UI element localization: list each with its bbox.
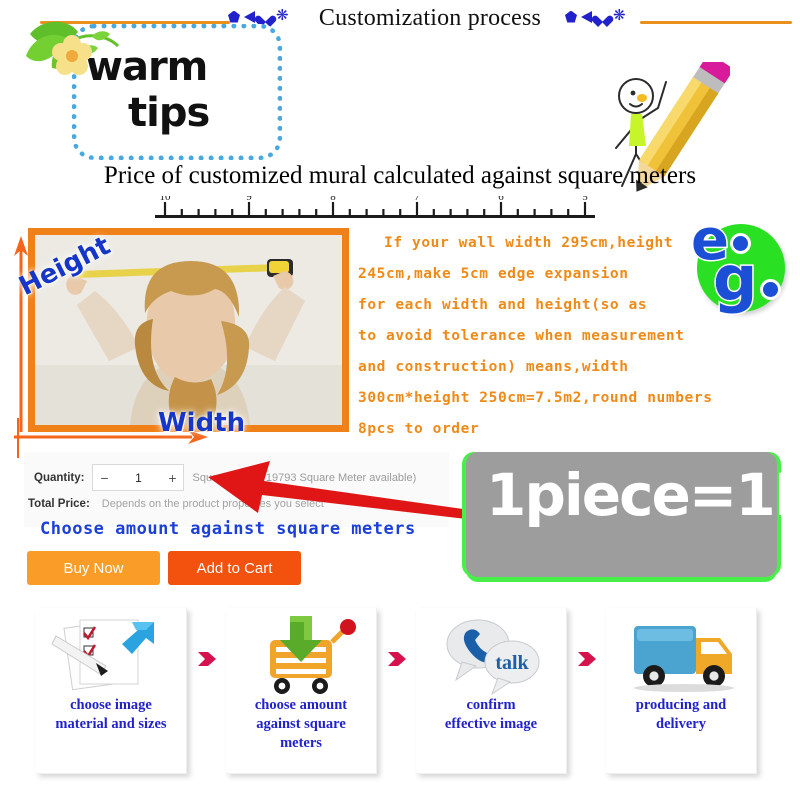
svg-text:10: 10 (160, 196, 172, 203)
quantity-label: Quantity: (34, 471, 85, 484)
quantity-increase-button[interactable]: + (161, 466, 183, 489)
step-caption: choose image material and sizes (55, 697, 167, 732)
headline: Price of customized mural calculated aga… (103, 162, 697, 189)
step-card-4: producing and delivery (606, 608, 757, 774)
buy-now-button[interactable]: Buy Now (27, 551, 160, 585)
customization-process-infographic: ❋ Customization process ❋ warm tips Pric… (0, 0, 800, 800)
total-price-label: Total Price: (28, 498, 90, 510)
pentagon-icon (228, 10, 240, 23)
example-line: for each width and height(so as (358, 297, 648, 313)
warm-tips-word-2: tips (128, 90, 210, 136)
step-arrow-icon-3 (578, 652, 596, 666)
step-card-1: choose image material and sizes (36, 608, 187, 774)
action-buttons: Buy Now Add to Cart (27, 551, 301, 585)
star-icon: ❋ (276, 8, 289, 24)
step-caption: choose amount against square meters (254, 697, 348, 751)
step-arrow-icon-1 (198, 652, 216, 666)
step-arrow-icon-2 (388, 652, 406, 666)
eg-letter-g: g (711, 241, 758, 317)
add-to-cart-button[interactable]: Add to Cart (168, 551, 301, 585)
example-line: and construction) means,width (358, 359, 629, 375)
process-steps: choose image material and sizes choose a… (0, 600, 800, 785)
shopping-cart-download-icon (270, 616, 356, 694)
triangle-icon (244, 10, 255, 23)
width-label: Width (158, 408, 246, 438)
header-decoration-left: ❋ (228, 9, 289, 24)
eg-badge: e g (690, 207, 785, 317)
heart-icon (596, 11, 609, 23)
svg-text:8: 8 (330, 196, 336, 203)
quantity-input[interactable] (116, 469, 161, 486)
svg-text:talk: talk (495, 652, 529, 674)
svg-text:9: 9 (246, 196, 252, 203)
page-title: Customization process (318, 5, 542, 31)
pentagon-icon (565, 10, 577, 23)
svg-text:6: 6 (498, 196, 504, 203)
eg-dot-2 (763, 282, 778, 297)
ruler-graphic: 10 9 8 7 6 5 (155, 196, 595, 218)
checklist-pencil-icon (51, 619, 154, 691)
flower-leaves-icon (26, 21, 120, 75)
quantity-stepper[interactable]: − + (92, 464, 185, 491)
heart-icon (259, 11, 272, 23)
step-caption: producing and delivery (635, 697, 727, 732)
star-icon: ❋ (613, 8, 626, 24)
speech-bubble-talk-icon: talk (446, 619, 540, 696)
svg-text:7: 7 (414, 196, 420, 203)
header-rule-right (640, 21, 792, 24)
piece-equals-badge: 1piece=1M2 (466, 452, 800, 577)
delivery-truck-icon (634, 626, 734, 692)
piece-badge-text: 1piece=1M2 (486, 461, 800, 529)
header-decoration-right: ❋ (565, 9, 626, 24)
triangle-icon (581, 10, 592, 23)
example-line: 8pcs to order (358, 421, 480, 437)
step-card-2: choose amount against square meters (226, 608, 377, 774)
example-line: to avoid tolerance when measurement (358, 328, 685, 344)
step-caption: confirm effective image (444, 697, 538, 732)
step-card-3: talk confirm effective image (416, 608, 567, 774)
example-line: 300cm*height 250cm=7.5m2,round numbers (358, 390, 713, 406)
svg-text:5: 5 (582, 196, 588, 203)
quantity-decrease-button[interactable]: − (93, 466, 115, 489)
